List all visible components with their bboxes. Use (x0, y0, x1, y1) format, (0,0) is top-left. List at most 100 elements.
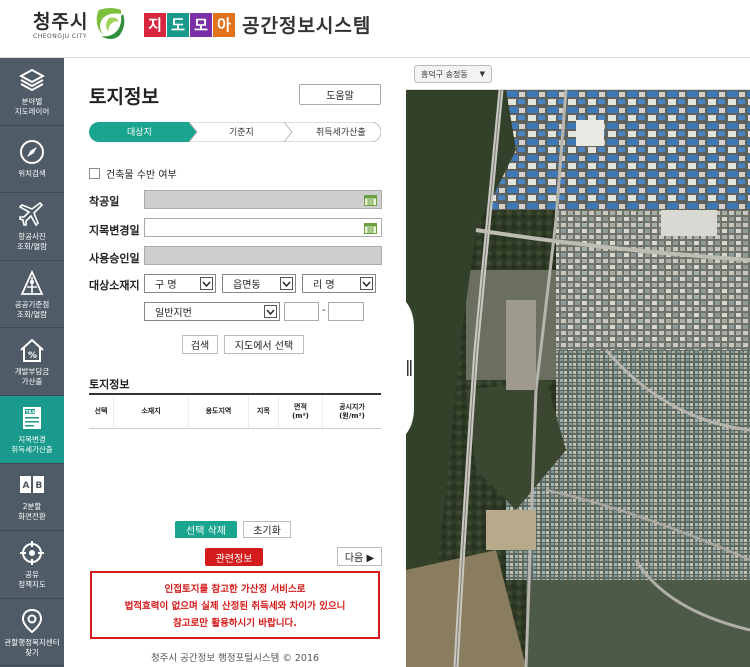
map-area[interactable]: 흥덕구 송정동 ▼ (406, 58, 750, 667)
triangle-down-icon: ▼ (479, 70, 485, 78)
col-official-price: 공시지가 (원/m²) (339, 402, 365, 420)
calendar-icon[interactable] (364, 194, 377, 206)
notice-line: 참고로만 활용하시기 바랍니다. (173, 618, 297, 629)
chevron-down-icon (360, 277, 373, 290)
step-target-site[interactable]: 대상지 (127, 125, 152, 138)
nav-item-development-charge[interactable]: % 개발부담금 가산출 (0, 328, 64, 396)
panel-title: 토지정보 (89, 86, 159, 108)
nav-label: 관할행정복지센터 찾기 (4, 637, 60, 657)
chevron-down-icon (280, 277, 293, 290)
approval-date-input[interactable] (144, 246, 382, 265)
land-info-section-title: 토지정보 (89, 378, 130, 391)
nav-label: 공공기준점 조회/열람 (14, 299, 50, 319)
notice-line: 법적효력이 없으며 실제 산정된 취득세와 차이가 있으니 (124, 601, 346, 612)
nav-label: 위치검색 (18, 169, 46, 179)
svg-text:TAX: TAX (26, 409, 36, 415)
col-zoning: 용도지역 (189, 395, 249, 428)
airplane-icon (18, 201, 44, 227)
notice-line: 인접토지를 참고한 가산정 서비스로 (164, 584, 306, 595)
nav-label: 지목변경 취득세가산출 (11, 434, 53, 454)
lot-separator: - (322, 305, 326, 316)
svg-text:A: A (23, 481, 30, 491)
select-on-map-button[interactable]: 지도에서 선택 (224, 335, 304, 354)
step-reference-site[interactable]: 기준지 (229, 125, 254, 138)
location-pin-icon (21, 608, 43, 633)
land-info-table-header: 선택 소재지 용도지역 지목 면적 (m²) 공시지가 (원/m²) (89, 393, 381, 429)
city-logo[interactable]: 청주시 CHEONGJU CITY (33, 7, 88, 40)
benchmark-icon (20, 269, 44, 295)
tax-document-icon: TAX (23, 406, 41, 429)
header: 청주시 CHEONGJU CITY 지 도 모 아 공간정보시스템 (0, 0, 750, 58)
step-tax-calculation[interactable]: 취득세가산출 (316, 125, 366, 138)
disclaimer-notice: 인접토지를 참고한 가산정 서비스로 법적효력이 없으며 실제 산정된 취득세와… (90, 571, 380, 639)
aerial-map[interactable] (406, 90, 750, 667)
nav-item-acquisition-tax[interactable]: TAX 지목변경 취득세가산출 (0, 395, 64, 464)
district-select-value: 흥덕구 송정동 (421, 69, 468, 79)
help-button[interactable]: 도움말 (299, 84, 381, 105)
ri-select-value: 리 명 (313, 280, 335, 291)
layers-icon (18, 68, 46, 91)
district-select[interactable]: 흥덕구 송정동 ▼ (414, 65, 492, 83)
house-percent-icon: % (20, 338, 44, 363)
nav-item-benchmark[interactable]: 공공기준점 조회/열람 (0, 261, 64, 329)
app-root: 청주시 CHEONGJU CITY 지 도 모 아 공간정보시스템 분야별 지도… (0, 0, 750, 667)
building-checkbox[interactable] (89, 168, 100, 179)
panel-collapse-handle[interactable] (406, 298, 419, 438)
approval-date-label: 사용승인일 (89, 252, 140, 265)
nav-label: 공유 정책지도 (18, 569, 46, 589)
col-area: 면적 (m²) (279, 395, 323, 428)
nav-label: 분야별 지도레이어 (14, 96, 50, 116)
lot-type-select[interactable]: 일반지번 (144, 302, 280, 321)
step-indicator: 대상지 기준지 취득세가산출 (89, 122, 381, 142)
city-name-en: CHEONGJU CITY (33, 33, 88, 40)
search-button[interactable]: 검색 (182, 335, 218, 354)
start-date-input[interactable] (144, 190, 382, 209)
brand-char-2: 도 (167, 12, 189, 37)
related-info-button[interactable]: 관련정보 (205, 548, 263, 566)
reset-button[interactable]: 초기화 (243, 521, 291, 538)
map-toolbar: 흥덕구 송정동 ▼ (406, 58, 750, 90)
lot-main-number-input[interactable] (284, 302, 319, 321)
city-name: 청주시 (33, 11, 89, 33)
svg-text:B: B (36, 481, 43, 491)
city-emblem-icon (96, 8, 125, 39)
change-date-input[interactable] (144, 218, 382, 237)
gu-select[interactable]: 구 명 (144, 274, 216, 293)
location-label: 대상소재지 (89, 279, 140, 292)
brand-char-4: 아 (213, 12, 235, 37)
crosshair-icon (20, 540, 44, 565)
col-land-category: 지목 (249, 395, 279, 428)
dong-select-value: 읍면동 (233, 280, 261, 291)
nav-item-split-screen[interactable]: AB 2분할 화면전환 (0, 464, 64, 532)
nav-item-aerial-photo[interactable]: 항공사진 조회/열람 (0, 193, 64, 261)
building-checkbox-label: 건축물 수반 여부 (106, 170, 177, 181)
nav-item-layers[interactable]: 분야별 지도레이어 (0, 58, 64, 126)
building-checkbox-row[interactable]: 건축물 수반 여부 (89, 166, 177, 181)
next-button[interactable]: 다음 ▶ (337, 547, 382, 566)
left-navigation: 분야별 지도레이어 위치검색 항공사진 조회/열람 공공기준점 조회/열람 % … (0, 58, 64, 667)
nav-item-policy-map[interactable]: 공유 정책지도 (0, 531, 64, 599)
nav-label: 2분할 화면전환 (18, 502, 46, 522)
svg-text:%: % (28, 351, 37, 361)
dong-select[interactable]: 읍면동 (222, 274, 296, 293)
land-info-panel: 토지정보 도움말 대상지 기준지 취득세가산출 건축물 수반 여부 착공일 지목… (64, 58, 406, 667)
delete-selected-button[interactable]: 선택 삭제 (175, 521, 237, 538)
brand-char-3: 모 (190, 12, 212, 37)
compass-icon (20, 140, 44, 165)
footer-copyright: 청주시 공간정보 행정포털시스템 © 2016 (150, 653, 320, 664)
nav-label: 개발부담금 가산출 (14, 367, 50, 387)
system-brand[interactable]: 지 도 모 아 공간정보시스템 (144, 11, 371, 38)
gu-select-value: 구 명 (155, 280, 177, 291)
nav-item-location-search[interactable]: 위치검색 (0, 126, 64, 194)
nav-item-admin-center[interactable]: 관할행정복지센터 찾기 (0, 599, 64, 667)
nav-label: 항공사진 조회/열람 (16, 231, 48, 251)
change-date-label: 지목변경일 (89, 224, 140, 237)
ri-select[interactable]: 리 명 (302, 274, 376, 293)
col-location: 소재지 (114, 395, 189, 428)
lot-type-select-value: 일반지번 (155, 308, 192, 319)
start-date-label: 착공일 (89, 195, 120, 208)
calendar-icon[interactable] (364, 222, 377, 234)
system-title: 공간정보시스템 (242, 15, 372, 37)
lot-sub-number-input[interactable] (328, 302, 364, 321)
col-select: 선택 (89, 395, 114, 428)
